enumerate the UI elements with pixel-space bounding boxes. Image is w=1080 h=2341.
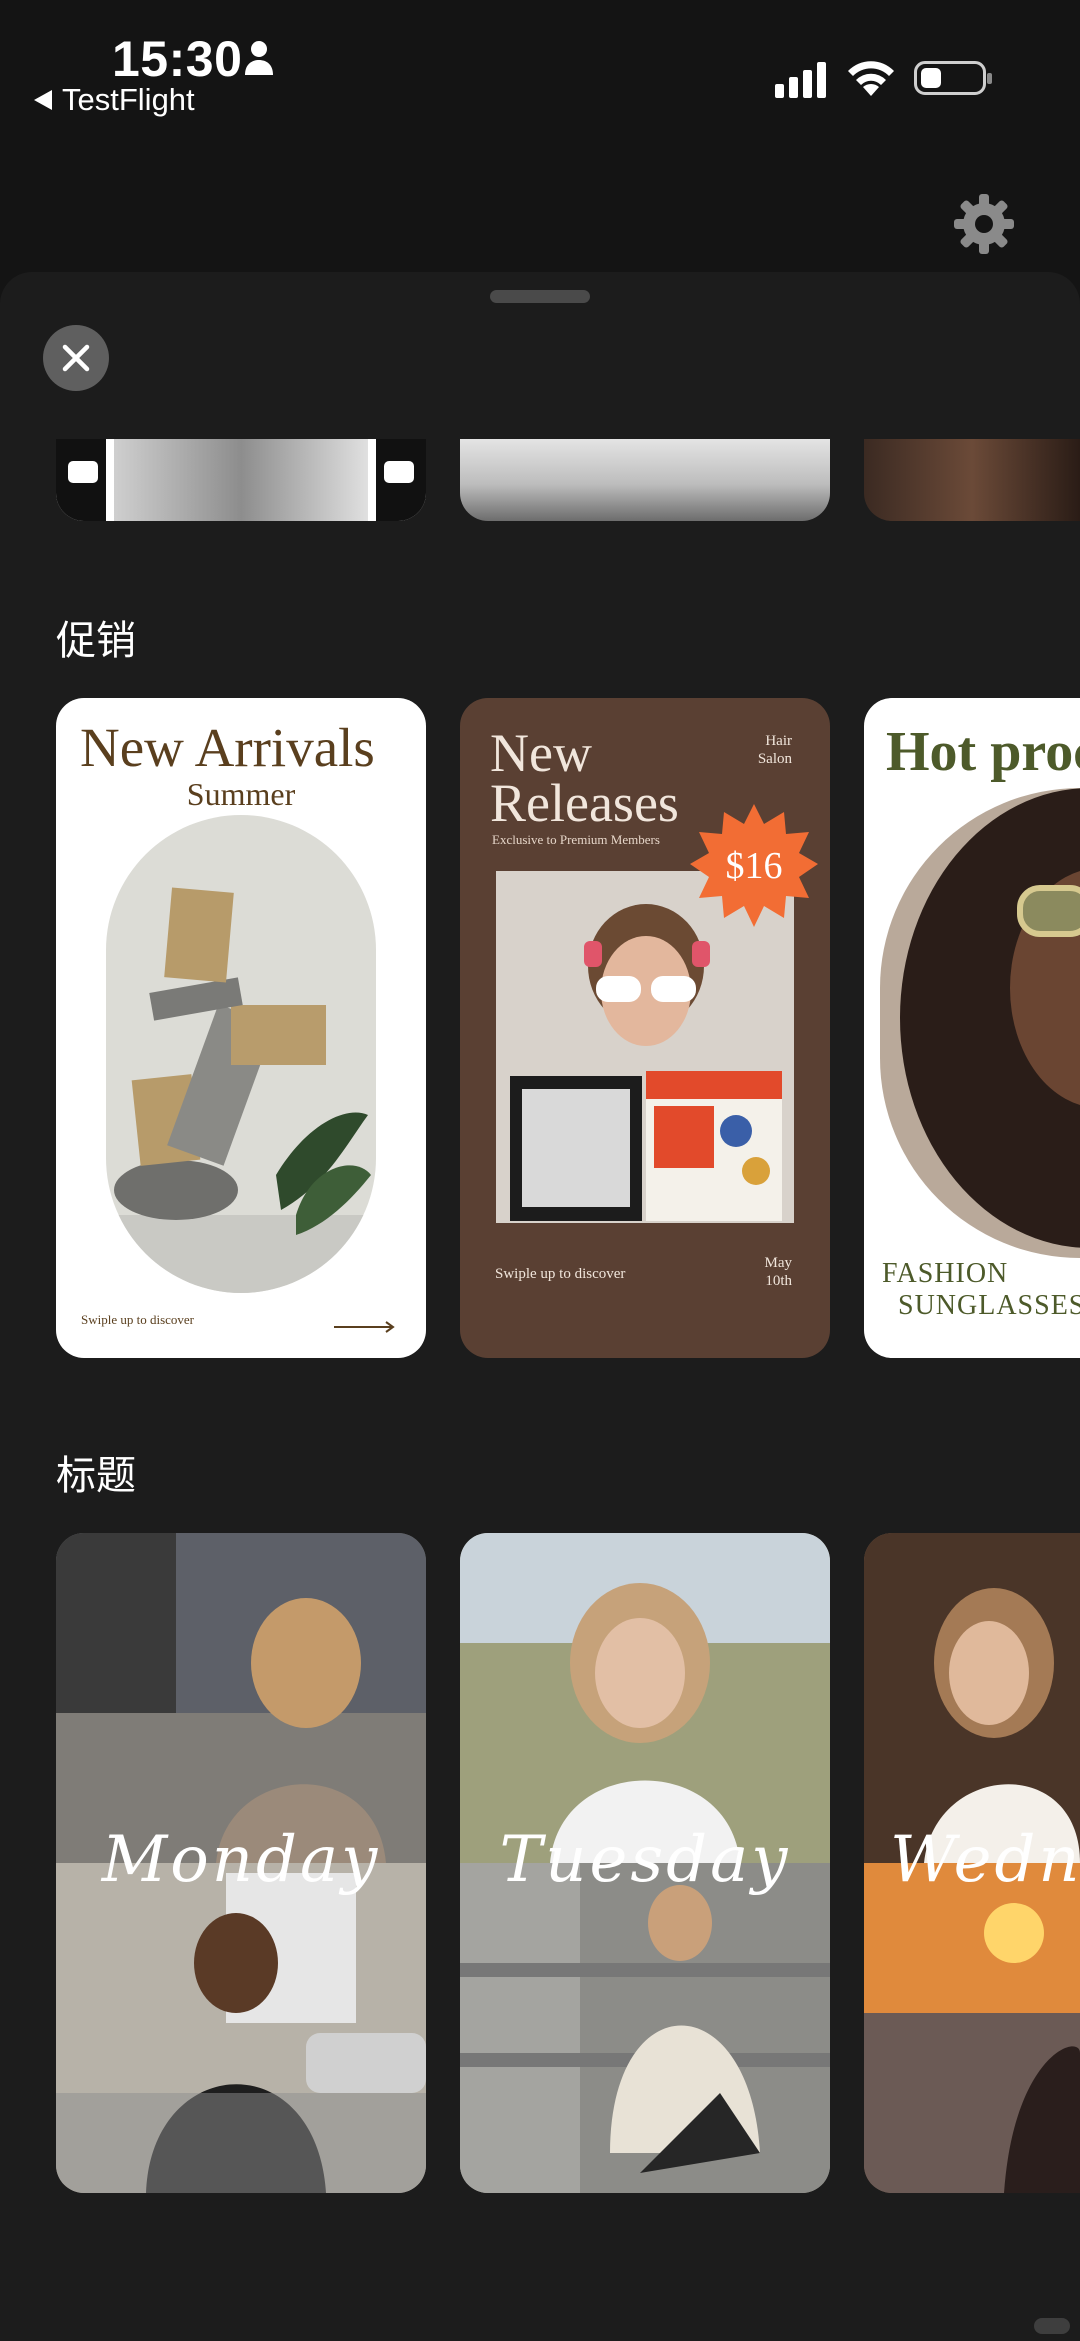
arrow-right-icon bbox=[334, 1321, 395, 1333]
card-corner-text: Hair Salon bbox=[757, 733, 792, 767]
template-card-tuesday[interactable]: Tuesday bbox=[460, 1533, 830, 2193]
template-thumbnail[interactable] bbox=[460, 439, 830, 521]
card-tagline: Exclusive to Premium Members bbox=[492, 832, 660, 847]
template-thumbnail[interactable] bbox=[56, 439, 426, 521]
wifi-icon bbox=[848, 61, 894, 96]
product-photo bbox=[106, 815, 376, 1293]
card-title: New Releases bbox=[490, 723, 679, 833]
template-card-monday[interactable]: Monday bbox=[56, 1533, 426, 2193]
card-date: May 10th bbox=[764, 1255, 793, 1289]
template-card-new-releases[interactable]: New Releases Exclusive to Premium Member… bbox=[460, 698, 830, 1358]
weekday-label: Tuesday bbox=[499, 1823, 791, 1897]
price-badge: $16 bbox=[725, 845, 783, 887]
weekday-label: Wednes bbox=[890, 1823, 1080, 1897]
sheet-grabber[interactable] bbox=[490, 290, 590, 303]
back-app-label: TestFlight bbox=[62, 82, 195, 117]
status-bar: 15:30 TestFlight bbox=[0, 0, 1080, 150]
section-title-promo: 促销 bbox=[56, 619, 136, 663]
template-card-new-arrivals[interactable]: New Arrivals Summer Swiple up to discove… bbox=[56, 698, 426, 1358]
template-card-hot-products[interactable]: Hot proc FASHION SUNGLASSES bbox=[864, 698, 1080, 1358]
status-time: 15:30 bbox=[112, 31, 243, 87]
close-button[interactable] bbox=[43, 325, 109, 391]
back-to-testflight[interactable]: TestFlight bbox=[34, 82, 195, 118]
card-subtitle: Summer bbox=[186, 776, 296, 812]
card-footer: Swiple up to discover bbox=[81, 1312, 195, 1327]
template-card-wednesday[interactable]: Wednes bbox=[864, 1533, 1080, 2193]
back-arrow-icon bbox=[34, 90, 52, 110]
cellular-signal-icon bbox=[775, 62, 826, 98]
card-footer: Swiple up to discover bbox=[495, 1266, 626, 1282]
sunglasses-photo bbox=[880, 788, 1080, 1258]
card-title: New Arrivals bbox=[80, 717, 375, 778]
person-icon bbox=[245, 41, 273, 75]
card-title: Hot proc bbox=[886, 721, 1080, 783]
template-sheet: 促销 New Arrivals Summer Swiple up to disc… bbox=[0, 272, 1080, 2341]
battery-icon bbox=[914, 61, 992, 95]
card-footer: FASHION SUNGLASSES bbox=[882, 1258, 1080, 1321]
section-title-headings: 标题 bbox=[56, 1454, 136, 1498]
gear-icon[interactable] bbox=[952, 192, 1016, 256]
close-icon bbox=[62, 344, 90, 372]
watermark-badge bbox=[1034, 2318, 1070, 2334]
template-thumbnail[interactable] bbox=[864, 439, 1080, 521]
weekday-label: Monday bbox=[101, 1823, 381, 1897]
